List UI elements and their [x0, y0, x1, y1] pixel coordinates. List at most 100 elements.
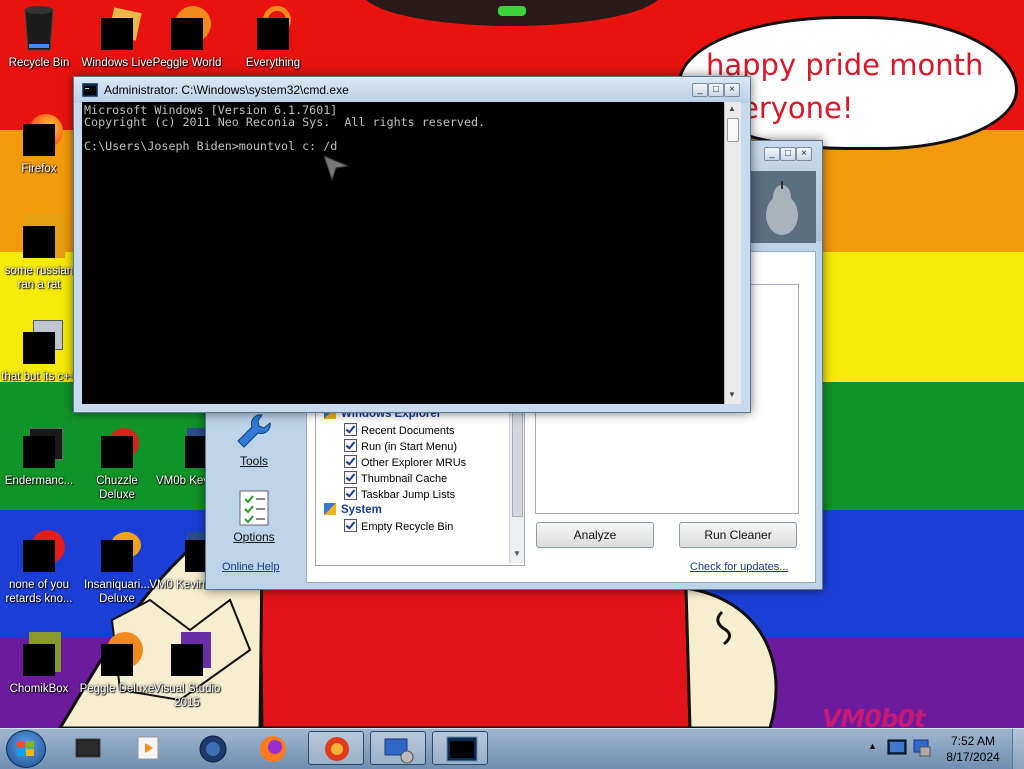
checklist-item[interactable]: Empty Recycle Bin [344, 519, 524, 535]
cmd-window[interactable]: Administrator: C:\Windows\system32\cmd.e… [73, 76, 751, 413]
taskbar-app-ccleaner[interactable] [308, 731, 364, 765]
checklist-item-label: Recent Documents [361, 425, 455, 437]
icon-label: Endermanc... [4, 475, 74, 487]
scroll-down-icon[interactable]: ▼ [728, 390, 736, 399]
peggle-icon [93, 630, 143, 678]
recycle-bin-icon [15, 4, 63, 52]
checkbox[interactable] [344, 487, 357, 500]
cmd-title: Administrator: C:\Windows\system32\cmd.e… [104, 83, 349, 97]
checkbox[interactable] [344, 471, 357, 484]
desktop-icon-insaniquarium[interactable]: Insaniquari... Deluxe [78, 526, 156, 606]
taskbar-app-firefox[interactable] [244, 731, 300, 765]
taskbar-app-monitor[interactable] [60, 731, 116, 765]
clock-date: 8/17/2024 [946, 750, 1000, 764]
options-checklist-icon [239, 490, 269, 526]
icon-label: none of you retards kno... [5, 579, 73, 605]
checklist-scrollbar[interactable]: ▼ [509, 403, 524, 563]
checklist-item-label: Taskbar Jump Lists [361, 489, 456, 501]
checkbox[interactable] [344, 439, 357, 452]
desktop-icon-peggle-deluxe[interactable]: Peggle Deluxe [78, 630, 156, 696]
checklist-item[interactable]: Run (in Start Menu) [344, 439, 524, 455]
checklist-item-label: Other Explorer MRUs [361, 457, 467, 469]
cmd-titlebar[interactable]: Administrator: C:\Windows\system32\cmd.e… [74, 77, 750, 103]
desktop-icon-chuzzle-deluxe[interactable]: Chuzzle Deluxe [78, 422, 156, 502]
show-hidden-icons-button[interactable]: ▲ [868, 741, 877, 751]
tray-display-icon[interactable] [886, 737, 908, 759]
sidebar-item-options[interactable]: Options [226, 489, 282, 544]
desktop-icon-visual-studio[interactable]: Visual Studio 2015 [148, 630, 226, 710]
desktop-icon-everything[interactable]: Everything [234, 4, 312, 70]
start-button[interactable] [6, 730, 46, 768]
cmd-icon [446, 736, 478, 762]
scrollbar-thumb[interactable] [512, 405, 523, 517]
cmd-icon [82, 83, 98, 97]
checkbox[interactable] [344, 423, 357, 436]
taskbar-app-cmd[interactable] [432, 731, 488, 765]
desktop-icon-chomikbox[interactable]: ChomikBox [0, 630, 78, 696]
check-updates-link[interactable]: Check for updates... [690, 561, 788, 573]
peggle-world-icon [163, 4, 211, 52]
cmd-console[interactable]: Microsoft Windows [Version 6.1.7601] Copy… [82, 102, 724, 404]
console-line: Copyright (c) 2011 Neo Reconia Sys. All … [84, 115, 486, 129]
chomikbox-icon [15, 630, 63, 678]
cmd-scrollbar[interactable]: ▲ ▼ [724, 102, 741, 404]
desktop-icon-endermanch[interactable]: Endermanc... [0, 422, 78, 488]
icon-label: Peggle World [152, 57, 222, 69]
analyze-button[interactable]: Analyze [536, 522, 654, 548]
checklist-item-label: Empty Recycle Bin [361, 521, 454, 533]
desktop-icon-peggle-world[interactable]: Peggle World [148, 4, 226, 70]
windows-flag-icon [324, 503, 336, 515]
icon-label: Visual Studio 2015 [153, 683, 221, 709]
endermanch-icon [15, 422, 63, 470]
checklist-item[interactable]: Other Explorer MRUs [344, 455, 524, 471]
minimize-button[interactable]: _ [764, 147, 780, 161]
firefox-icon [260, 736, 286, 762]
windows-live-icon [93, 4, 142, 52]
desktop-icon-none-of-you[interactable]: none of you retards kno... [0, 526, 78, 606]
checkbox[interactable] [344, 519, 357, 532]
sidebar-item-label: Tools [239, 454, 268, 468]
desktop-icon-recycle-bin[interactable]: Recycle Bin [0, 4, 78, 70]
show-desktop-button[interactable] [1012, 729, 1024, 769]
cleaner-checklist[interactable]: Windows Explorer Recent Documents Run (in … [315, 402, 525, 566]
visual-studio-icon [163, 630, 211, 678]
online-help-link[interactable]: Online Help [222, 561, 279, 573]
taskbar-app-media-player[interactable] [120, 731, 176, 765]
checkbox[interactable] [344, 455, 357, 468]
rat-document-icon [15, 212, 65, 260]
opera-icon [15, 526, 65, 574]
vm-icon [163, 422, 217, 470]
checklist-section-header[interactable]: System [324, 503, 504, 519]
checklist-item[interactable]: Taskbar Jump Lists [344, 487, 524, 503]
taskbar-app-browser[interactable] [184, 731, 240, 765]
desktop-icon-firefox[interactable]: Firefox [0, 110, 78, 176]
desktop-icon-cpp-project[interactable]: that but its c++ [0, 318, 78, 384]
display-icon [75, 738, 101, 758]
checklist-item-label: Thumbnail Cache [361, 473, 448, 485]
checklist-item[interactable]: Thumbnail Cache [344, 471, 524, 487]
icon-label: that but its c++ [1, 371, 77, 383]
close-button[interactable]: × [796, 147, 812, 161]
section-label: System [341, 504, 382, 516]
checklist-item[interactable]: Recent Documents [344, 423, 524, 439]
tray-network-icon[interactable] [912, 737, 934, 759]
mouse-cursor-icon [323, 155, 350, 182]
scroll-down-icon[interactable]: ▼ [513, 549, 521, 558]
cpp-project-icon [15, 318, 63, 366]
run-cleaner-button[interactable]: Run Cleaner [679, 522, 797, 548]
sidebar-item-tools[interactable]: Tools [226, 411, 282, 468]
icon-label: some russian ran a rat [4, 265, 74, 291]
close-button[interactable]: × [724, 83, 740, 97]
minimize-button[interactable]: _ [692, 83, 708, 97]
wrench-icon [237, 414, 271, 448]
scroll-up-icon[interactable]: ▲ [728, 104, 736, 113]
maximize-button[interactable]: □ [708, 83, 724, 97]
scrollbar-thumb[interactable] [727, 118, 739, 142]
desktop-icon-windows-live[interactable]: Windows Live [78, 4, 156, 70]
taskbar-clock[interactable]: 7:52 AM 8/17/2024 [938, 733, 1008, 765]
checklist-item-label: Run (in Start Menu) [361, 441, 457, 453]
taskbar-app-network[interactable] [370, 731, 426, 765]
maximize-button[interactable]: □ [780, 147, 796, 161]
firefox-icon [15, 110, 63, 158]
desktop-icon-some-russian-ran-a-rat[interactable]: some russian ran a rat [0, 212, 78, 292]
